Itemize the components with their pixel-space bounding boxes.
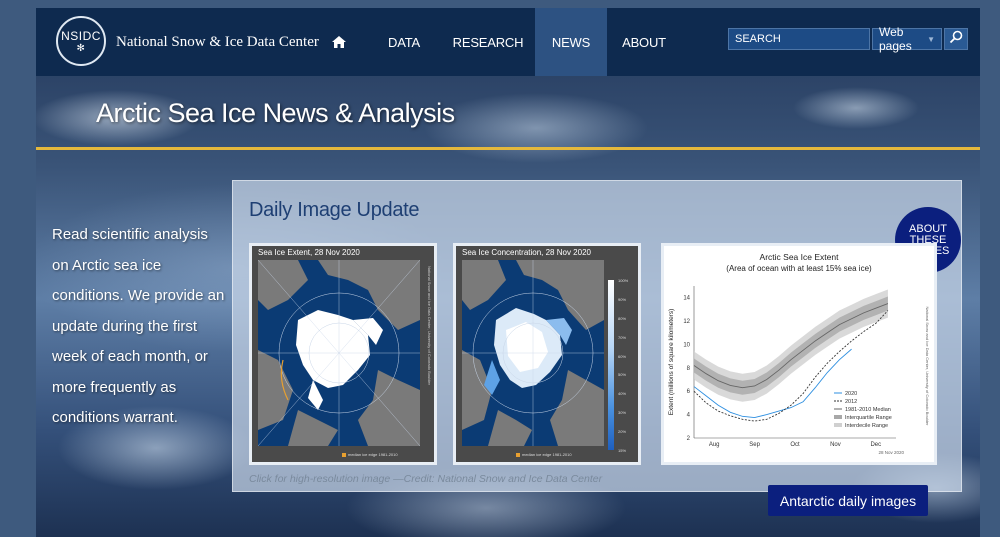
concentration-map-title: Sea Ice Concentration, 28 Nov 2020 xyxy=(462,248,591,257)
chevron-down-icon: ▼ xyxy=(927,34,935,44)
legend-label: 1981-2010 Median xyxy=(845,407,891,413)
colorbar-label: 50% xyxy=(618,372,627,378)
colorbar-label: 70% xyxy=(618,334,627,340)
x-tick-label: Oct xyxy=(790,442,800,448)
page-frame: NSIDC ✻ National Snow & Ice Data Center … xyxy=(36,8,980,537)
extent-chart-svg: Arctic Sea Ice Extent (Area of ocean with… xyxy=(668,252,930,455)
sea-ice-extent-chart[interactable]: Arctic Sea Ice Extent (Area of ocean with… xyxy=(661,243,937,465)
concentration-map xyxy=(462,260,604,446)
colorbar-label: 30% xyxy=(618,410,627,416)
colorbar-label: 60% xyxy=(618,353,627,359)
site-name[interactable]: National Snow & Ice Data Center xyxy=(116,34,319,51)
antarctic-button-label: Antarctic daily images xyxy=(779,492,917,509)
nav-research[interactable]: RESEARCH xyxy=(450,8,526,76)
antarctic-daily-images-button[interactable]: Antarctic daily images xyxy=(768,485,928,516)
chart-ylabel: Extent (millions of square kilometers) xyxy=(668,309,675,416)
chart-side-credit: National Snow and Ice Data Center, Unive… xyxy=(925,307,930,427)
nav-data[interactable]: DATA xyxy=(382,8,426,76)
home-icon xyxy=(332,36,346,48)
nav-news[interactable]: NEWS xyxy=(535,8,607,76)
legend-label: Interdecile Range xyxy=(845,423,888,429)
extent-map xyxy=(258,260,420,446)
search-input[interactable] xyxy=(728,28,870,50)
nav-home[interactable] xyxy=(322,8,356,76)
colorbar-label: 20% xyxy=(618,429,627,435)
nav-about[interactable]: ABOUT xyxy=(622,8,666,76)
chart-title: Arctic Sea Ice Extent xyxy=(760,252,840,262)
x-tick-label: Sep xyxy=(749,442,760,448)
y-tick-label: 12 xyxy=(683,319,690,325)
y-tick-label: 8 xyxy=(687,366,691,372)
search-button[interactable] xyxy=(944,28,968,50)
extent-map-legend: median ice edge 1981-2010 xyxy=(342,452,398,457)
legend-swatch xyxy=(834,415,842,419)
logo-text: NSIDC xyxy=(61,28,101,43)
legend-label: 2012 xyxy=(845,399,857,405)
legend-label: 2020 xyxy=(845,391,857,397)
x-tick-label: Dec xyxy=(870,442,881,448)
intro-text: Read scientific analysis on Arctic sea i… xyxy=(52,226,225,426)
extent-map-title: Sea Ice Extent, 28 Nov 2020 xyxy=(258,248,360,257)
legend-swatch xyxy=(834,423,842,427)
sea-ice-concentration-image[interactable]: Sea Ice Concentration, 28 Nov 2020 100% … xyxy=(453,243,641,465)
search-icon xyxy=(949,30,963,49)
sea-ice-extent-image[interactable]: Sea Ice Extent, 28 Nov 2020 National Sno… xyxy=(249,243,437,465)
legend-swatch xyxy=(516,452,520,457)
daily-image-panel: Daily Image Update ABOUT THESE IMAGES Se… xyxy=(232,180,962,492)
top-navbar: NSIDC ✻ National Snow & Ice Data Center … xyxy=(36,8,980,76)
search-scope-value: Web pages xyxy=(879,25,912,53)
y-tick-label: 10 xyxy=(683,342,690,348)
legend-swatch xyxy=(342,452,346,457)
search-scope-select[interactable]: Web pages ▼ xyxy=(872,25,942,53)
legend-label: Interquartile Range xyxy=(845,415,892,421)
chart-subtitle: (Area of ocean with at least 15% sea ice… xyxy=(726,264,872,273)
image-caption: Click for high-resolution image —Credit:… xyxy=(249,473,603,485)
x-tick-label: Nov xyxy=(830,442,841,448)
colorbar-label: 80% xyxy=(618,315,627,321)
panel-title: Daily Image Update xyxy=(249,199,420,221)
extent-map-credit: National Snow and Ice Data Center, Unive… xyxy=(427,266,432,385)
snowflake-icon: ✻ xyxy=(76,42,86,54)
y-tick-label: 14 xyxy=(683,296,690,302)
y-tick-label: 2 xyxy=(687,436,691,442)
y-tick-label: 6 xyxy=(687,389,691,395)
chart-date-note: 28 Nov 2020 xyxy=(878,450,904,455)
extent-legend-text: median ice edge 1981-2010 xyxy=(348,452,398,457)
colorbar-label: 40% xyxy=(618,391,627,397)
colorbar-label: 15% xyxy=(618,448,627,453)
concentration-colorbar xyxy=(608,280,614,450)
concentration-map-legend: median ice edge 1981-2010 xyxy=(516,452,572,457)
nsidc-logo[interactable]: NSIDC ✻ xyxy=(56,16,106,66)
colorbar-label: 90% xyxy=(618,296,627,302)
title-divider xyxy=(36,147,980,150)
page-title: Arctic Sea Ice News & Analysis xyxy=(96,98,455,128)
y-tick-label: 4 xyxy=(687,413,691,419)
colorbar-label: 100% xyxy=(618,278,629,283)
concentration-legend-text: median ice edge 1981-2010 xyxy=(522,452,572,457)
band-interquartile-range xyxy=(694,296,888,395)
x-tick-label: Aug xyxy=(709,442,720,448)
